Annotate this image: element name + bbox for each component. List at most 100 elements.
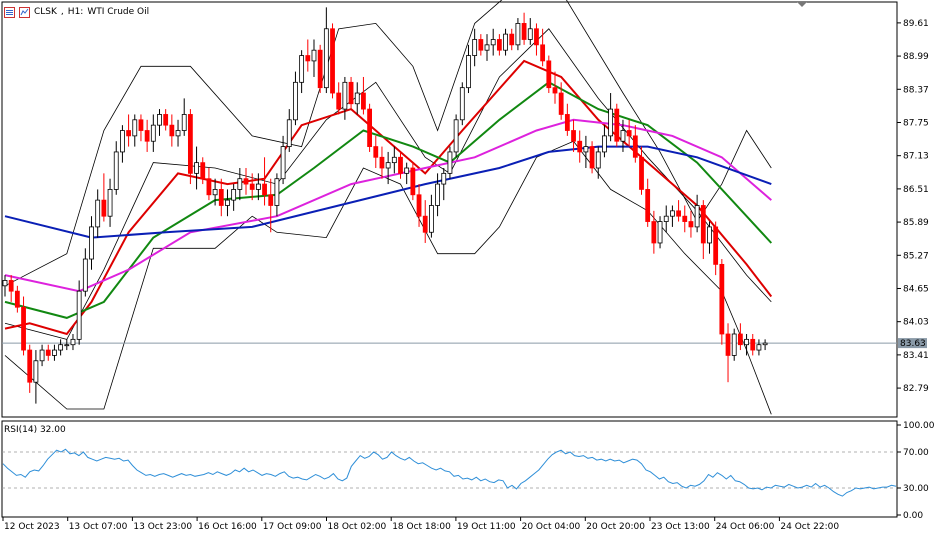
candle-body — [645, 189, 651, 222]
symbol-label: CLSK — [34, 7, 57, 17]
candle-body — [262, 183, 267, 196]
candle-body — [583, 146, 589, 153]
candle-body — [700, 205, 706, 244]
candle-body — [14, 290, 20, 308]
x-tick-label: 12 Oct 2023 — [4, 522, 60, 532]
y-tick-label: 86.51 — [903, 185, 929, 195]
candle-body — [39, 349, 45, 362]
candle-body — [311, 49, 317, 62]
candle-body — [243, 178, 249, 185]
rsi-y-tick-label: 70.00 — [903, 448, 929, 458]
candle-body — [713, 226, 719, 265]
y-tick-label: 83.41 — [903, 351, 929, 361]
candle-body — [138, 119, 144, 131]
candle-body — [150, 124, 156, 142]
candle-body — [373, 146, 379, 158]
chart-type-icon[interactable] — [4, 6, 15, 18]
rsi-y-tick-label: 100.00 — [903, 421, 935, 431]
y-tick-label: 89.61 — [903, 19, 929, 29]
candle-body — [694, 205, 700, 228]
candle-body — [317, 49, 323, 89]
candle-body — [231, 189, 237, 201]
candle-body — [466, 55, 471, 89]
candle-body — [132, 119, 138, 137]
candle-body — [453, 119, 459, 153]
candle-body — [682, 215, 688, 222]
candle-body — [76, 290, 82, 340]
candle-body — [756, 344, 762, 351]
candle-body — [459, 87, 465, 121]
candle-body — [577, 140, 583, 153]
x-tick-label: 17 Oct 09:00 — [263, 522, 322, 532]
candle-body — [639, 156, 644, 190]
candle-body — [354, 92, 360, 105]
candle-body — [45, 349, 51, 356]
candle-body — [367, 108, 373, 147]
candle-body — [163, 114, 169, 126]
candle-body — [330, 28, 335, 94]
candle-body — [571, 130, 576, 142]
candle-body — [725, 333, 731, 356]
candle-body — [299, 55, 305, 83]
candle-body — [540, 44, 546, 62]
candle-body — [249, 183, 255, 190]
candle-body — [169, 124, 175, 137]
candle-body — [107, 189, 113, 217]
candle-body — [286, 119, 292, 147]
candle-body — [95, 199, 101, 228]
indicators-icon[interactable] — [19, 6, 30, 18]
candle-body — [657, 221, 663, 244]
candle-body — [632, 135, 638, 158]
x-tick-label: 18 Oct 02:00 — [328, 522, 387, 532]
x-tick-label: 18 Oct 18:00 — [392, 522, 451, 532]
candle-body — [670, 210, 675, 217]
candle-body — [478, 39, 484, 51]
candle-body — [268, 194, 274, 206]
candle-body — [595, 151, 601, 169]
candle-body — [762, 342, 768, 346]
y-tick-label: 84.65 — [903, 284, 929, 294]
x-tick-label: 20 Oct 04:00 — [522, 522, 581, 532]
candle-body — [187, 114, 193, 174]
candle-body — [651, 221, 657, 244]
candle-body — [626, 130, 632, 137]
y-tick-label: 85.89 — [903, 218, 929, 228]
candle-body — [225, 199, 230, 206]
candle-body — [82, 258, 88, 292]
candle-body — [731, 333, 737, 356]
candle-body — [614, 108, 620, 142]
candle-body — [385, 162, 391, 169]
candle-body — [342, 81, 348, 110]
candle-body — [218, 189, 224, 206]
candle-body — [422, 215, 428, 233]
rsi-y-tick-label: 30.00 — [903, 484, 929, 494]
rsi-y-tick-label: 0.00 — [903, 511, 923, 521]
candle-body — [27, 349, 33, 383]
price-pane-frame — [1, 1, 898, 418]
chart-window: 89.61 88.99 88.37 87.75 87.13 86.51 85.89 85.27… — [0, 0, 940, 538]
y-tick-label: 84.03 — [903, 318, 929, 328]
candle-body — [293, 81, 298, 121]
x-tick-label: 13 Oct 07:00 — [69, 522, 128, 532]
price-badge-label: 83.63 — [900, 339, 926, 349]
candle-body — [336, 92, 342, 110]
candle-body — [8, 280, 14, 292]
candle-body — [2, 280, 8, 287]
candle-body — [206, 178, 212, 196]
y-tick-label: 85.27 — [903, 251, 929, 261]
candle-body — [113, 151, 119, 190]
candle-body — [255, 183, 261, 190]
x-tick-label: 24 Oct 22:00 — [780, 522, 839, 532]
x-tick-label: 20 Oct 20:00 — [586, 522, 645, 532]
instrument-name: WTI Crude Oil — [87, 7, 150, 17]
candle-body — [120, 130, 125, 153]
candle-body — [21, 306, 26, 351]
candle-body — [546, 60, 552, 89]
candle-body — [750, 338, 756, 351]
rsi-title: RSI(14) 32.00 — [4, 425, 66, 435]
candle-body — [428, 205, 434, 233]
candle-body — [280, 146, 286, 180]
candle-body — [33, 360, 39, 383]
candle-body — [416, 194, 422, 217]
candle-body — [663, 215, 669, 222]
